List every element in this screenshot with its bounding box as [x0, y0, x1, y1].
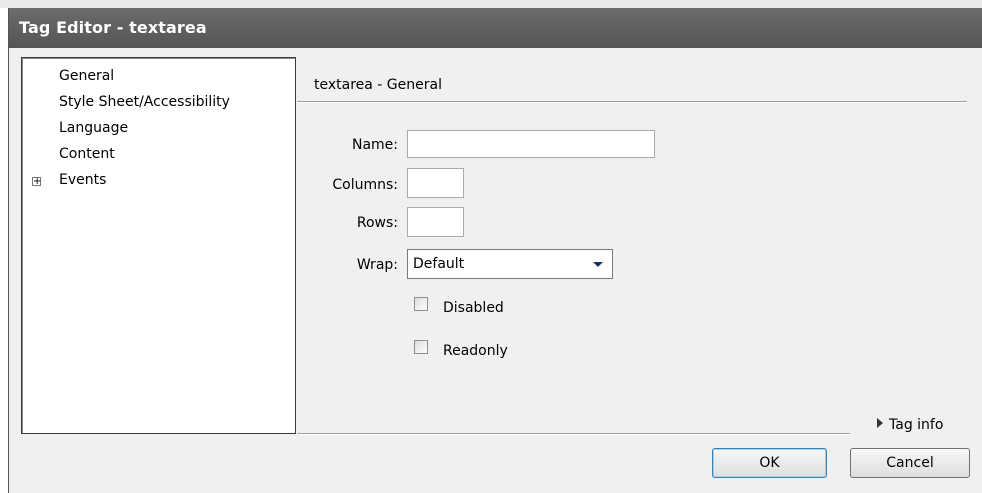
tag-info-toggle[interactable]: Tag info — [877, 417, 943, 433]
rows-input[interactable] — [407, 207, 464, 237]
dropdown-arrow-icon[interactable] — [593, 262, 603, 267]
ok-button[interactable]: OK — [712, 448, 827, 478]
tree-item-language[interactable]: Language — [59, 120, 128, 136]
wrap-selected-value: Default — [413, 256, 465, 272]
tree-item-style-sheet-accessibility[interactable]: Style Sheet/Accessibility — [59, 94, 230, 110]
category-tree[interactable]: General Style Sheet/Accessibility Langua… — [21, 57, 296, 434]
header-divider — [297, 101, 967, 103]
columns-input[interactable] — [407, 168, 464, 198]
expand-plus-icon[interactable]: + — [32, 177, 41, 187]
tag-info-label: Tag info — [889, 417, 944, 433]
tag-editor-dialog: Tag Editor - textarea General Style Shee… — [8, 8, 982, 493]
window-title: Tag Editor - textarea — [19, 18, 207, 37]
title-bar: Tag Editor - textarea — [9, 8, 982, 48]
panel-header: textarea - General — [314, 77, 442, 93]
name-input[interactable] — [407, 130, 655, 158]
cancel-button[interactable]: Cancel — [850, 448, 970, 478]
wrap-label: Wrap: — [356, 257, 398, 273]
name-label: Name: — [351, 137, 398, 153]
tree-item-events[interactable]: Events — [59, 172, 106, 188]
wrap-select[interactable]: Default — [407, 249, 613, 279]
columns-label: Columns: — [332, 177, 398, 193]
expand-triangle-icon — [877, 418, 883, 428]
tree-item-general[interactable]: General — [59, 68, 114, 84]
background-strip — [0, 0, 982, 8]
disabled-checkbox[interactable] — [414, 297, 428, 311]
readonly-label: Readonly — [443, 343, 508, 359]
footer-divider — [297, 433, 850, 435]
disabled-label: Disabled — [443, 300, 504, 316]
readonly-checkbox[interactable] — [414, 340, 428, 354]
tree-item-content[interactable]: Content — [59, 146, 115, 162]
rows-label: Rows: — [356, 215, 398, 231]
